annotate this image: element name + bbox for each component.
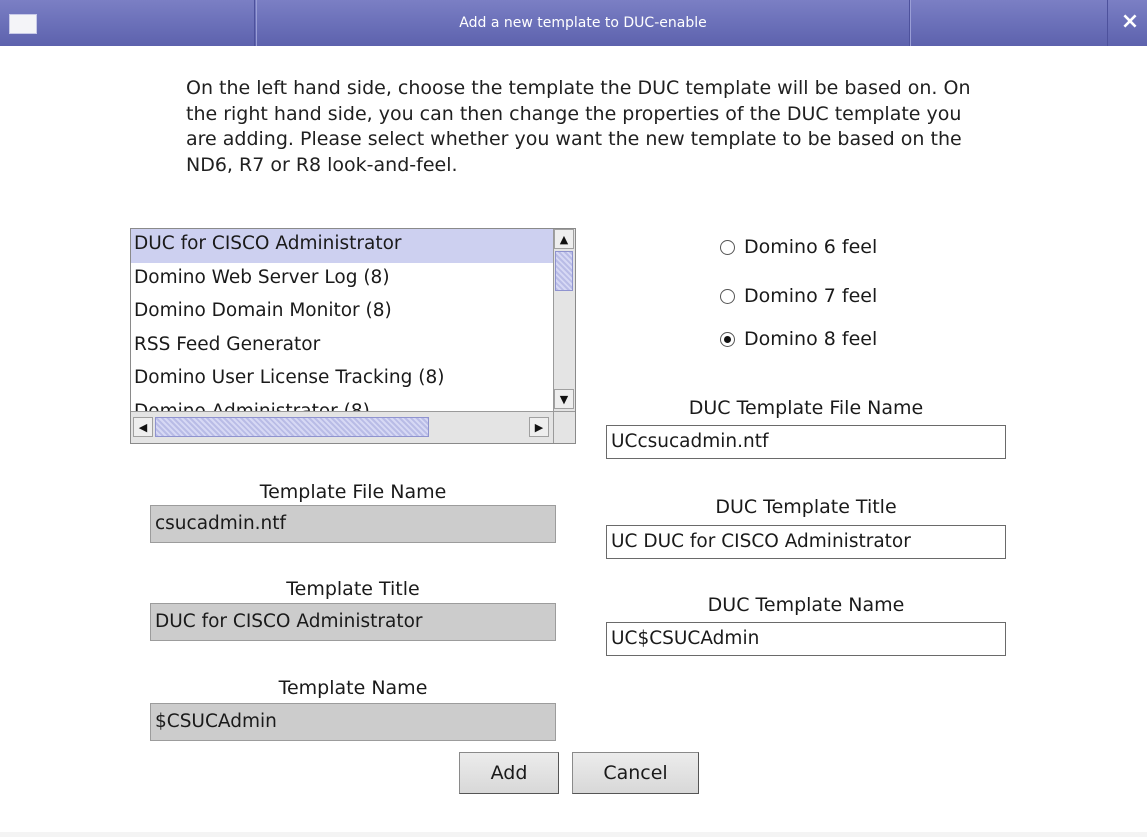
list-item[interactable]: Domino Web Server Log (8) [131, 263, 553, 297]
radio-label: Domino 7 feel [744, 285, 878, 307]
scroll-down-icon[interactable]: ▼ [554, 389, 574, 409]
title-bar-right-segment [910, 0, 1108, 46]
scroll-up-icon[interactable]: ▲ [554, 229, 574, 249]
template-list-viewport: DUC for CISCO Administrator Domino Web S… [131, 229, 553, 411]
radio-label: Domino 6 feel [744, 236, 878, 258]
radio-domino-7-feel[interactable]: Domino 7 feel [720, 282, 877, 310]
list-item[interactable]: Domino Domain Monitor (8) [131, 296, 553, 330]
template-name-field: $CSUCAdmin [150, 703, 556, 741]
radio-circle-icon[interactable] [720, 239, 735, 255]
duc-name-field[interactable]: UC$CSUCAdmin [606, 622, 1006, 656]
instructions-text: On the left hand side, choose the templa… [186, 77, 971, 176]
duc-file-name-label: DUC Template File Name [688, 397, 924, 419]
list-item[interactable]: Domino User License Tracking (8) [131, 363, 553, 397]
window-title: Add a new template to DUC-enable [459, 15, 707, 31]
radio-domino-6-feel[interactable]: Domino 6 feel [720, 233, 877, 261]
title-bar-left-segment [0, 0, 255, 46]
radio-circle-icon[interactable] [720, 288, 735, 304]
dialog-bottom-edge [0, 832, 1147, 837]
radio-circle-checked-icon[interactable] [720, 331, 735, 347]
add-button[interactable]: Add [459, 752, 559, 794]
template-file-name-label: Template File Name [259, 481, 447, 503]
duc-title-field[interactable]: UC DUC for CISCO Administrator [606, 525, 1006, 559]
list-item[interactable]: DUC for CISCO Administrator [131, 229, 553, 263]
scrollbar-corner [553, 411, 575, 443]
vertical-scrollbar[interactable]: ▲ ▼ [553, 229, 575, 411]
horizontal-scrollbar[interactable]: ◀ ▶ [131, 411, 553, 443]
list-item[interactable]: Domino Administrator (8) [131, 397, 553, 412]
scroll-left-icon[interactable]: ◀ [133, 417, 153, 437]
duc-title-label: DUC Template Title [715, 496, 897, 518]
horizontal-scroll-thumb[interactable] [155, 417, 429, 437]
duc-file-name-field[interactable]: UCcsucadmin.ntf [606, 425, 1006, 459]
vertical-scroll-thumb[interactable] [555, 251, 573, 291]
template-file-name-field: csucadmin.ntf [150, 505, 556, 543]
radio-domino-8-feel[interactable]: Domino 8 feel [720, 325, 877, 353]
template-title-field: DUC for CISCO Administrator [150, 603, 556, 641]
template-name-label: Template Name [278, 677, 428, 699]
close-icon[interactable]: × [1118, 10, 1142, 34]
template-list[interactable]: DUC for CISCO Administrator Domino Web S… [130, 228, 576, 444]
radio-label: Domino 8 feel [744, 328, 878, 350]
list-item[interactable]: RSS Feed Generator [131, 330, 553, 364]
duc-name-label: DUC Template Name [707, 594, 905, 616]
title-bar: Add a new template to DUC-enable × [0, 0, 1147, 46]
template-title-label: Template Title [286, 578, 420, 600]
scroll-right-icon[interactable]: ▶ [529, 417, 549, 437]
cancel-button[interactable]: Cancel [572, 752, 699, 794]
window-menu-icon[interactable] [9, 14, 37, 34]
